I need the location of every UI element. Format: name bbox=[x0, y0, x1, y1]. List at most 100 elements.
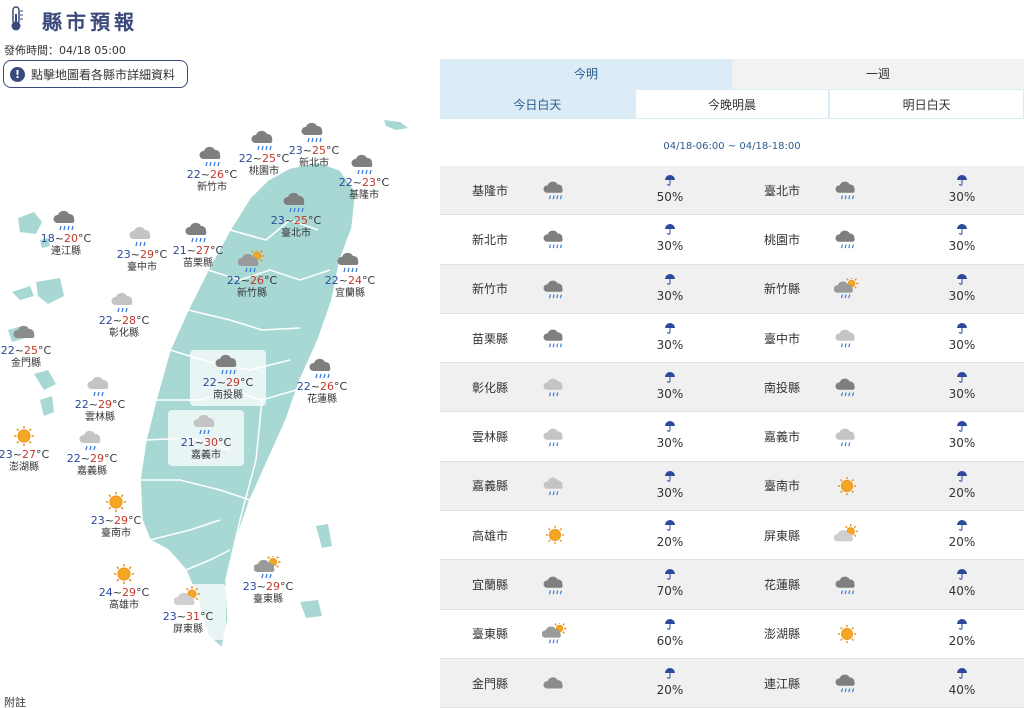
forecast-cell[interactable]: 屏東縣 20% bbox=[732, 511, 1024, 559]
rain-probability-value: 30% bbox=[656, 288, 684, 303]
temp-low: 23 bbox=[116, 248, 131, 261]
temp-high: 25 bbox=[262, 152, 277, 165]
map-city[interactable]: 22~25°C 金門縣 bbox=[0, 320, 64, 370]
forecast-cell[interactable]: 南投縣 30% bbox=[732, 363, 1024, 411]
umbrella-icon bbox=[665, 667, 675, 679]
temp-high: 29 bbox=[122, 586, 137, 599]
forecast-cell[interactable]: 桃園市 30% bbox=[732, 215, 1024, 263]
tab-today-day[interactable]: 今日白天 bbox=[440, 89, 635, 118]
info-icon: ! bbox=[10, 66, 25, 82]
rain-probability: 20% bbox=[650, 519, 690, 550]
city-temp: 23~31°C bbox=[150, 610, 226, 623]
tab-tonight[interactable]: 今晚明晨 bbox=[634, 89, 830, 118]
forecast-cell[interactable]: 彰化縣 30% bbox=[440, 363, 732, 411]
rain-probability: 30% bbox=[942, 420, 982, 451]
rain-probability: 30% bbox=[650, 470, 690, 501]
temp-sep: ~ bbox=[104, 514, 115, 527]
rain-probability-value: 40% bbox=[948, 584, 976, 599]
umbrella-icon bbox=[957, 372, 967, 383]
forecast-cell[interactable]: 澎湖縣 20% bbox=[732, 610, 1024, 658]
map-city[interactable]: 23~31°C 屏東縣 bbox=[150, 584, 226, 640]
publish-time: 發佈時間：04/18 05:00 bbox=[4, 44, 126, 57]
forecast-cell[interactable]: 基隆市 50% bbox=[440, 166, 732, 214]
rain-probability: 20% bbox=[942, 618, 982, 649]
temp-low: 21 bbox=[172, 244, 187, 257]
forecast-cell[interactable]: 嘉義縣 30% bbox=[440, 462, 732, 510]
forecast-cell[interactable]: 花蓮縣 40% bbox=[732, 560, 1024, 608]
map-city[interactable]: 18~20°C 連江縣 bbox=[28, 208, 104, 258]
map-hint-button[interactable]: ! 點擊地圖看各縣市詳細資料 bbox=[3, 60, 188, 88]
temp-low: 22 bbox=[226, 274, 241, 287]
forecast-cell[interactable]: 臺北市 30% bbox=[732, 166, 1024, 214]
map-city[interactable]: 23~25°C 臺北市 bbox=[258, 190, 334, 240]
map-city[interactable]: 22~23°C 基隆市 bbox=[326, 152, 402, 202]
rain-probability-value: 30% bbox=[948, 288, 976, 303]
map-city[interactable]: 22~26°C 新竹縣 bbox=[214, 250, 290, 300]
map-city[interactable]: 22~24°C 宜蘭縣 bbox=[312, 250, 388, 300]
rain-probability: 40% bbox=[942, 568, 982, 599]
forecast-cell[interactable]: 連江縣 40% bbox=[732, 659, 1024, 707]
temp-sep: ~ bbox=[112, 586, 123, 599]
forecast-cell[interactable]: 金門縣 20% bbox=[440, 659, 732, 707]
temp-high: 25 bbox=[312, 144, 327, 157]
cell-city-name: 新北市 bbox=[471, 232, 508, 247]
forecast-cell[interactable]: 臺東縣 60% bbox=[440, 610, 732, 658]
umbrella-icon bbox=[957, 569, 967, 581]
rain-probability: 30% bbox=[650, 322, 690, 353]
forecast-cell[interactable]: 苗栗縣 30% bbox=[440, 314, 732, 362]
temp-high: 29 bbox=[140, 248, 155, 261]
cell-city-name: 臺東縣 bbox=[471, 627, 508, 642]
rain-probability-value: 20% bbox=[656, 535, 684, 550]
forecast-cell[interactable]: 宜蘭縣 70% bbox=[440, 560, 732, 608]
temp-low: 21 bbox=[180, 436, 195, 449]
temp-unit: °C bbox=[308, 214, 322, 227]
cell-city-name: 桃園市 bbox=[763, 232, 800, 247]
table-row: 新竹市 30% 新竹縣 30% bbox=[440, 264, 1024, 314]
forecast-cell[interactable]: 嘉義市 30% bbox=[732, 412, 1024, 460]
city-name: 嘉義市 bbox=[191, 450, 221, 461]
cloud-icon bbox=[13, 325, 35, 338]
temp-sep: ~ bbox=[194, 436, 205, 449]
tab-week[interactable]: 一週 bbox=[732, 59, 1024, 89]
map-city[interactable]: 22~29°C 雲林縣 bbox=[62, 374, 138, 424]
map-city[interactable]: 23~29°C 臺南市 bbox=[78, 490, 154, 540]
footnote-link[interactable]: 附註 bbox=[4, 694, 26, 708]
table-row: 宜蘭縣 70% 花蓮縣 40% bbox=[440, 560, 1024, 610]
forecast-cell[interactable]: 雲林縣 30% bbox=[440, 412, 732, 460]
cell-city-name: 澎湖縣 bbox=[763, 627, 800, 642]
cloud-light-rain-icon bbox=[835, 329, 855, 348]
temp-sep: ~ bbox=[112, 314, 123, 327]
map-city[interactable]: 23~29°C 臺東縣 bbox=[230, 556, 306, 606]
temp-high: 20 bbox=[64, 232, 79, 245]
city-name: 臺北市 bbox=[281, 228, 311, 239]
map-city[interactable]: 21~30°C 嘉義市 bbox=[168, 410, 244, 466]
umbrella-icon bbox=[665, 322, 675, 334]
temp-low: 22 bbox=[0, 344, 15, 357]
map-city[interactable]: 22~26°C 花蓮縣 bbox=[284, 356, 360, 406]
forecast-cell[interactable]: 新竹縣 30% bbox=[732, 265, 1024, 313]
rain-probability: 30% bbox=[942, 371, 982, 402]
map-hint-label: 點擊地圖看各縣市詳細資料 bbox=[31, 67, 176, 82]
taiwan-map[interactable]: 22~26°C 新竹市 22~25°C 桃園市 23~25°C 新北市 22~23°C 基隆市… bbox=[0, 100, 430, 708]
forecast-cell[interactable]: 新北市 30% bbox=[440, 215, 732, 263]
temp-sep: ~ bbox=[12, 448, 23, 461]
city-name: 臺南市 bbox=[101, 528, 131, 539]
temp-unit: °C bbox=[362, 274, 376, 287]
map-city[interactable]: 22~29°C 南投縣 bbox=[190, 350, 266, 406]
map-city[interactable]: 22~29°C 嘉義縣 bbox=[54, 428, 130, 478]
cloud-light-rain-icon bbox=[543, 477, 563, 496]
forecast-cell[interactable]: 新竹市 30% bbox=[440, 265, 732, 313]
tab-today-tomorrow[interactable]: 今明 bbox=[440, 59, 732, 89]
forecast-cell[interactable]: 高雄市 20% bbox=[440, 511, 732, 559]
temp-sep: ~ bbox=[302, 144, 313, 157]
forecast-cell[interactable]: 臺中市 30% bbox=[732, 314, 1024, 362]
umbrella-icon bbox=[665, 569, 675, 581]
temp-low: 22 bbox=[238, 152, 253, 165]
map-city[interactable]: 23~27°C 澎湖縣 bbox=[0, 424, 62, 474]
cloud-rain-icon bbox=[835, 674, 855, 693]
map-city[interactable]: 22~28°C 彰化縣 bbox=[86, 290, 162, 340]
tab-tomorrow-day[interactable]: 明日白天 bbox=[829, 89, 1024, 118]
rain-probability: 30% bbox=[650, 223, 690, 254]
rain-probability-value: 30% bbox=[948, 190, 976, 204]
forecast-cell[interactable]: 臺南市 20% bbox=[732, 462, 1024, 510]
